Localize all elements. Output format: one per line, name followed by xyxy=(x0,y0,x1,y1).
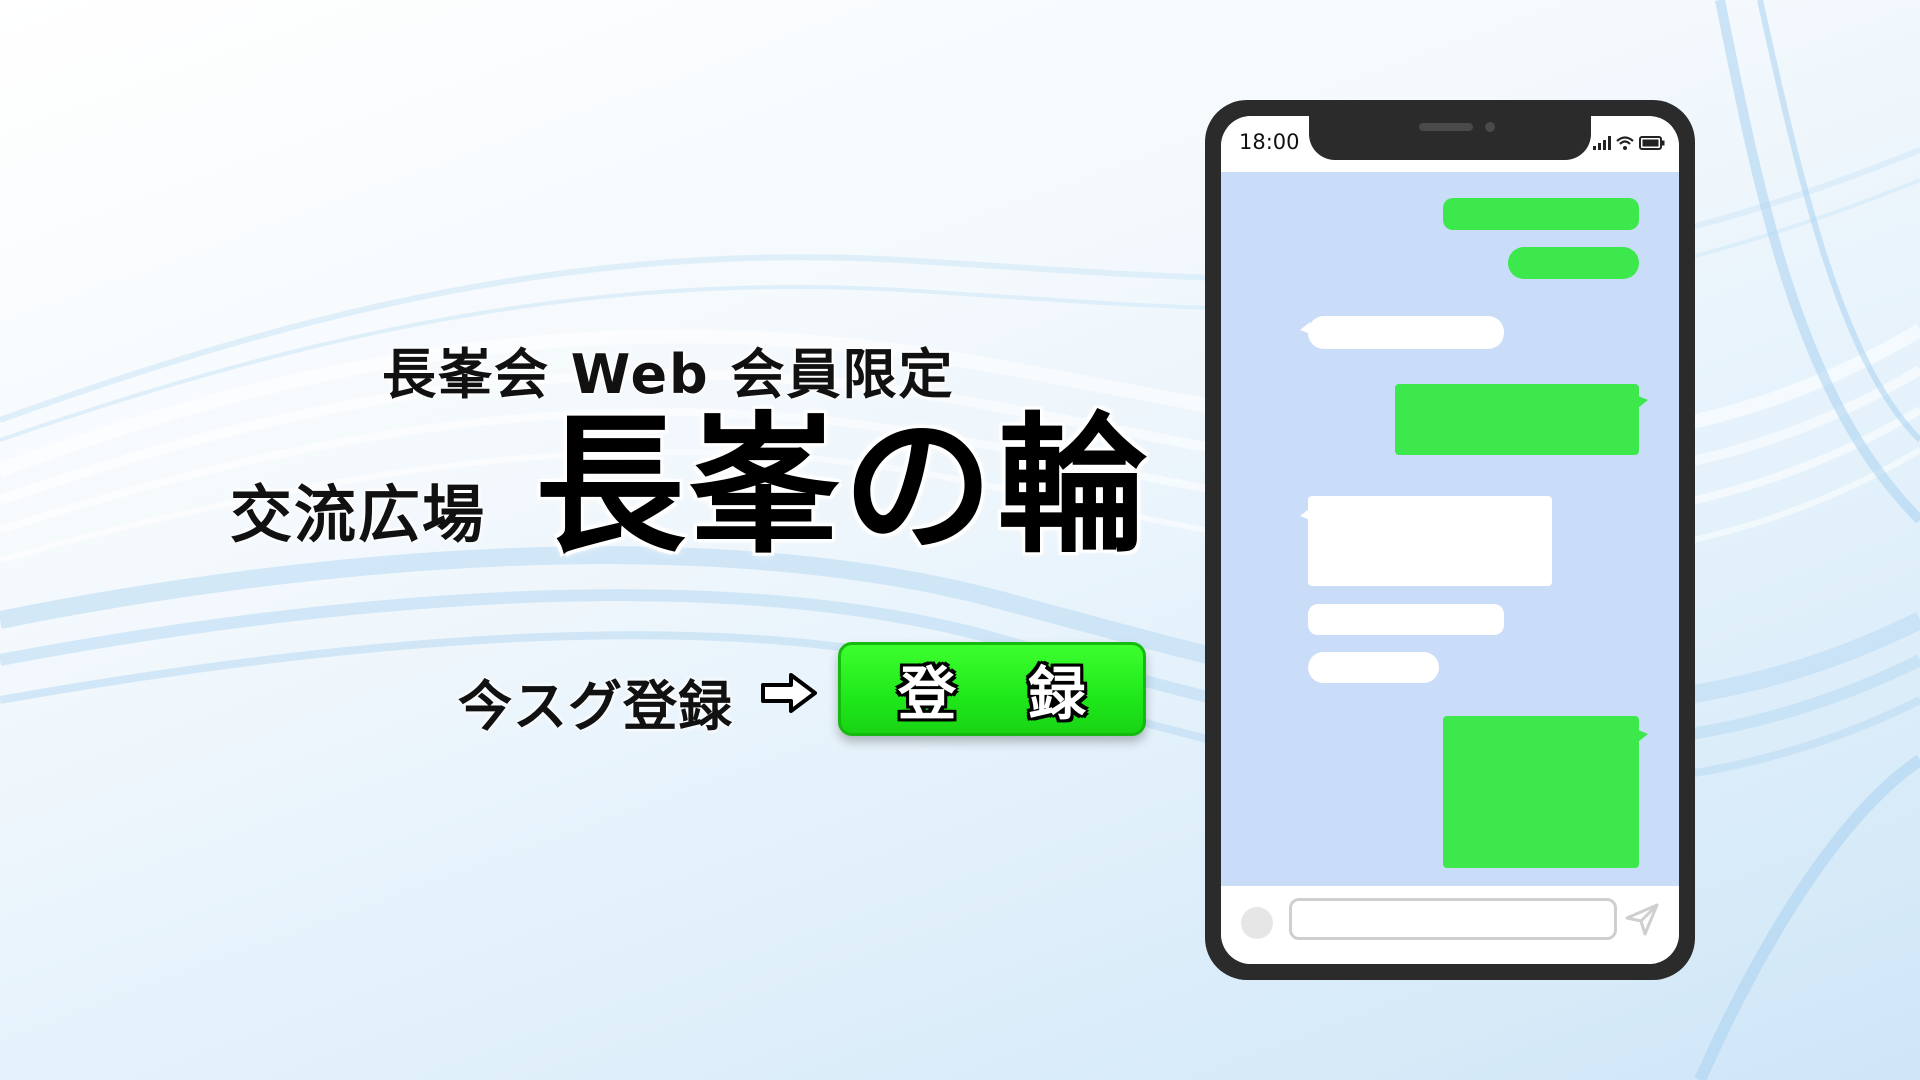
main-title: 長峯の輪 xyxy=(535,400,1152,574)
status-icons xyxy=(1593,134,1665,150)
right-arrow-outline-icon xyxy=(761,673,817,713)
chat-bubble-received xyxy=(1308,316,1504,349)
plaza-label: 交流広場 xyxy=(230,478,487,551)
chat-input-bar xyxy=(1221,886,1679,964)
bubble-tail xyxy=(1638,730,1648,742)
speaker-grille xyxy=(1419,123,1473,131)
status-time: 18:00 xyxy=(1239,130,1300,154)
bubble-tail xyxy=(1638,396,1648,408)
member-only-subtitle: 長峯会 Web 会員限定 xyxy=(382,343,955,406)
battery-icon xyxy=(1639,136,1665,150)
attach-icon[interactable] xyxy=(1241,907,1273,939)
send-icon[interactable] xyxy=(1625,902,1659,936)
phone-notch xyxy=(1309,116,1591,160)
wifi-icon xyxy=(1616,136,1634,150)
bubble-tail xyxy=(1300,322,1310,334)
signal-icon xyxy=(1593,136,1611,150)
chat-bubble-received xyxy=(1308,496,1552,586)
phone-mockup: 18:00 xyxy=(1205,100,1695,980)
chat-bubble-received xyxy=(1308,652,1439,683)
chat-bubble-sent xyxy=(1443,198,1639,230)
message-input[interactable] xyxy=(1289,898,1617,940)
register-button-label: 登録 xyxy=(897,660,1158,728)
front-camera xyxy=(1485,122,1495,132)
chat-bubble-sent xyxy=(1395,384,1639,455)
bubble-tail xyxy=(1300,508,1310,520)
chat-bubble-sent xyxy=(1443,716,1639,868)
register-button[interactable]: 登録 xyxy=(838,642,1146,736)
chat-bubble-sent xyxy=(1508,247,1639,279)
chat-bubble-received xyxy=(1308,604,1504,635)
register-now-text: 今スグ登録 xyxy=(458,675,733,738)
phone-screen: 18:00 xyxy=(1221,116,1679,964)
